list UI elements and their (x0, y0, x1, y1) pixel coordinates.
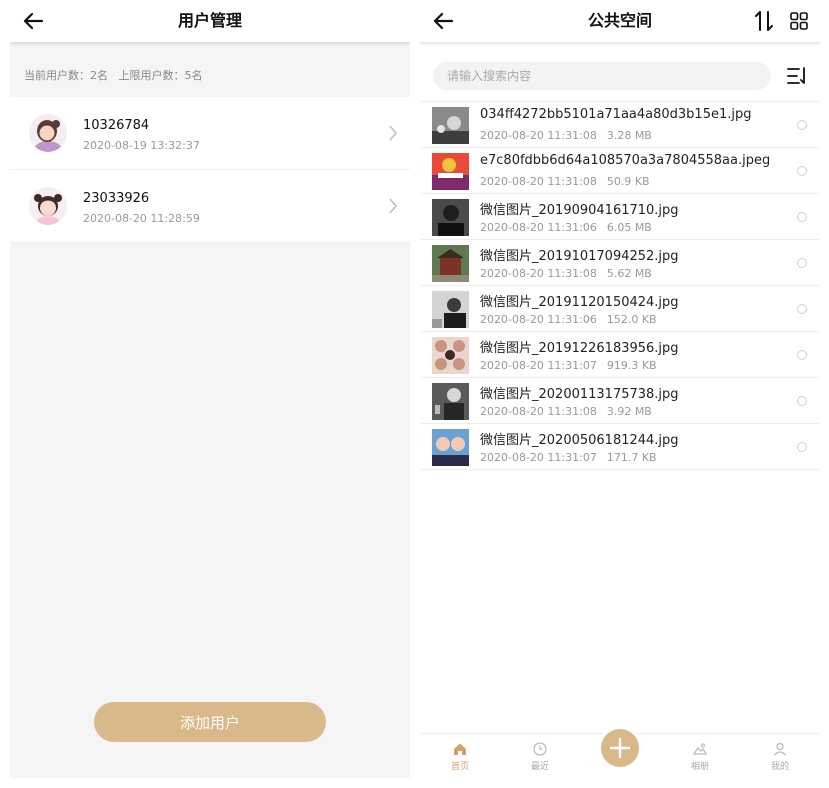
user-id: 23033926 (83, 191, 150, 206)
clock-icon (533, 742, 547, 756)
public-space-screen: 公共空间 请输入搜索内容 034ff4272bb5101a71aa4a80d3b… (420, 0, 820, 778)
file-meta: 2020-08-20 11:31:08 3.92 MB (480, 405, 662, 418)
tab-label: 相册 (690, 762, 709, 772)
file-thumbnail (432, 291, 469, 328)
page-title: 用户管理 (177, 11, 242, 30)
file-thumbnail (432, 199, 469, 236)
user-count-summary: 当前用户数：2名 上限用户数：5名 (24, 67, 203, 83)
list-item[interactable]: 微信图片_20191120150424.jpg 2020-08-20 11:31… (420, 286, 820, 332)
file-name: 微信图片_20200506181244.jpg (480, 433, 679, 448)
list-item[interactable]: 微信图片_20190904161710.jpg 2020-08-20 11:31… (420, 194, 820, 240)
file-thumbnail (432, 107, 469, 144)
sort-icon[interactable] (754, 10, 774, 32)
list-item[interactable]: 034ff4272bb5101a71aa4a80d3b15e1.jpg 2020… (420, 102, 820, 148)
user-created-time: 2020-08-20 11:28:59 (83, 212, 200, 225)
profile-icon (774, 742, 786, 756)
list-item[interactable]: 微信图片_20200113175738.jpg 2020-08-20 11:31… (420, 378, 820, 424)
file-size: 171.7 KB (606, 451, 657, 464)
file-size: 152.0 KB (606, 313, 657, 326)
list-item[interactable]: 微信图片_20191226183956.jpg 2020-08-20 11:31… (420, 332, 820, 378)
file-meta: 2020-08-20 11:31:08 3.28 MB (480, 129, 662, 142)
file-time: 2020-08-20 11:31:07 (480, 451, 597, 464)
user-management-screen: 用户管理 当前用户数：2名 上限用户数：5名 10326784 2020-08-… (10, 0, 410, 778)
file-name: 微信图片_20190904161710.jpg (480, 203, 679, 218)
file-thumbnail (432, 245, 469, 282)
user-limit-count: 上限用户数：5名 (118, 69, 203, 82)
female-avatar-icon (29, 114, 67, 152)
album-icon (692, 743, 708, 755)
tab-home[interactable]: 首页 (430, 734, 490, 778)
file-time: 2020-08-20 11:31:06 (480, 313, 597, 326)
file-meta: 2020-08-20 11:31:07 919.3 KB (480, 359, 667, 372)
file-meta: 2020-08-20 11:31:06 152.0 KB (480, 313, 667, 326)
select-radio[interactable] (797, 120, 807, 130)
user-created-time: 2020-08-19 13:32:37 (83, 139, 200, 152)
plus-icon (609, 737, 631, 759)
file-thumbnail (432, 429, 469, 466)
select-radio[interactable] (797, 258, 807, 268)
file-size: 6.05 MB (606, 221, 652, 234)
select-radio[interactable] (797, 212, 807, 222)
file-thumbnail (432, 153, 469, 190)
user-id: 10326784 (83, 118, 150, 133)
file-name: 034ff4272bb5101a71aa4a80d3b15e1.jpg (480, 107, 752, 122)
avatar (29, 114, 67, 152)
tab-label: 首页 (450, 762, 469, 772)
tab-label: 最近 (530, 762, 549, 772)
file-size: 3.28 MB (606, 129, 652, 142)
search-input[interactable]: 请输入搜索内容 (433, 62, 771, 90)
file-time: 2020-08-20 11:31:08 (480, 129, 597, 142)
file-size: 50.9 KB (606, 175, 650, 188)
file-list: 034ff4272bb5101a71aa4a80d3b15e1.jpg 2020… (420, 101, 820, 470)
file-time: 2020-08-20 11:31:07 (480, 359, 597, 372)
file-name: 微信图片_20200113175738.jpg (480, 387, 679, 402)
tab-recent[interactable]: 最近 (510, 734, 570, 778)
select-radio[interactable] (797, 396, 807, 406)
tab-profile[interactable]: 我的 (750, 734, 810, 778)
file-meta: 2020-08-20 11:31:07 171.7 KB (480, 451, 667, 464)
filter-sort-icon[interactable] (786, 66, 808, 86)
file-time: 2020-08-20 11:31:08 (480, 405, 597, 418)
list-item[interactable]: e7c80fdbb6d64a108570a3a7804558aa.jpeg 20… (420, 148, 820, 194)
file-meta: 2020-08-20 11:31:06 6.05 MB (480, 221, 662, 234)
file-size: 3.92 MB (606, 405, 652, 418)
file-time: 2020-08-20 11:31:08 (480, 267, 597, 280)
user-row[interactable]: 23033926 2020-08-20 11:28:59 (10, 170, 410, 243)
file-name: 微信图片_20191120150424.jpg (480, 295, 679, 310)
file-name: 微信图片_20191017094252.jpg (480, 249, 679, 264)
file-time: 2020-08-20 11:31:08 (480, 175, 597, 188)
list-item[interactable]: 微信图片_20191017094252.jpg 2020-08-20 11:31… (420, 240, 820, 286)
file-thumbnail (432, 337, 469, 374)
tab-label: 我的 (770, 762, 789, 772)
file-meta: 2020-08-20 11:31:08 5.62 MB (480, 267, 662, 280)
add-user-button[interactable]: 添加用户 (94, 702, 326, 742)
current-user-count: 当前用户数：2名 (24, 69, 108, 82)
list-item[interactable]: 微信图片_20200506181244.jpg 2020-08-20 11:31… (420, 424, 820, 470)
user-list: 10326784 2020-08-19 13:32:37 23033926 20 (10, 97, 410, 243)
select-radio[interactable] (797, 350, 807, 360)
avatar (29, 187, 67, 225)
select-radio[interactable] (797, 166, 807, 176)
file-time: 2020-08-20 11:31:06 (480, 221, 597, 234)
header-bar: 用户管理 (10, 0, 410, 42)
grid-view-icon[interactable] (790, 12, 808, 30)
chevron-right-icon (389, 198, 397, 214)
file-size: 5.62 MB (606, 267, 652, 280)
girl-avatar-icon (29, 187, 67, 225)
file-name: 微信图片_20191226183956.jpg (480, 341, 679, 356)
file-name: e7c80fdbb6d64a108570a3a7804558aa.jpeg (480, 153, 771, 168)
select-radio[interactable] (797, 442, 807, 452)
header-bar: 公共空间 (420, 0, 820, 42)
chevron-right-icon (389, 125, 397, 141)
select-radio[interactable] (797, 304, 807, 314)
file-size: 919.3 KB (606, 359, 657, 372)
home-icon (454, 743, 466, 755)
add-file-button[interactable] (601, 729, 639, 767)
file-meta: 2020-08-20 11:31:08 50.9 KB (480, 175, 660, 188)
user-row[interactable]: 10326784 2020-08-19 13:32:37 (10, 97, 410, 170)
tab-album[interactable]: 相册 (670, 734, 730, 778)
file-thumbnail (432, 383, 469, 420)
